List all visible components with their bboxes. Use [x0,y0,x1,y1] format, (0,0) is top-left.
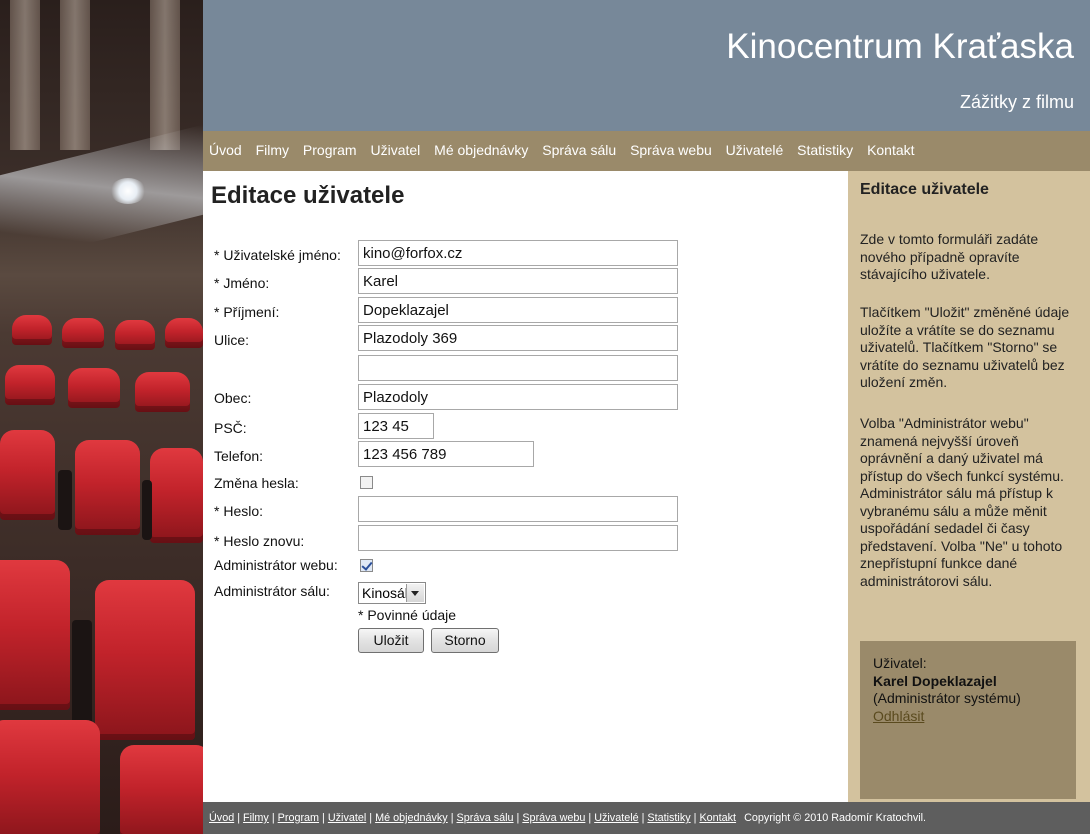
footer-link-kontakt[interactable]: Kontakt [699,812,736,824]
seat-armrest [72,620,92,730]
nav-item-me-objednavky[interactable]: Mé objednávky [434,142,528,158]
zip-field[interactable] [358,413,434,439]
seat [150,448,203,543]
street-field[interactable] [358,325,678,351]
seat [68,368,120,408]
projector-light [110,178,146,204]
site-title: Kinocentrum Kraťaska [726,27,1074,66]
seat [0,720,100,834]
site-subtitle: Zážitky z filmu [959,92,1074,112]
save-button[interactable]: Uložit [358,628,424,653]
nav-item-uzivatele[interactable]: Uživatelé [726,142,784,158]
seat-armrest [142,480,152,540]
nav-item-program[interactable]: Program [303,142,357,158]
page-title: Editace uživatele [211,182,405,209]
sidebar-paragraph: Zde v tomto formuláři zadáte nového příp… [860,231,1039,282]
seat [0,560,70,710]
phone-field[interactable] [358,441,534,467]
city-field[interactable] [358,384,678,410]
seat [165,318,203,348]
seat [135,372,190,412]
sidebar-title: Editace uživatele [860,181,989,198]
change-password-label: Změna hesla: [214,475,299,491]
lastname-label: * Příjmení: [214,304,280,320]
username-label: * Uživatelské jméno: [214,247,341,263]
main-content: Editace uživatele * Uživatelské jméno: *… [203,171,848,802]
phone-label: Telefon: [214,448,264,464]
footer-link-uvod[interactable]: Úvod [209,812,234,824]
seat [12,315,52,345]
seat [120,745,203,834]
zip-label: PSČ: [214,420,247,436]
seat [5,365,55,405]
seat [95,580,195,740]
help-sidebar: Editace uživatele Zde v tomto formuláři … [848,171,1090,802]
password-again-label: * Heslo znovu: [214,533,305,549]
cinema-photo [0,0,203,834]
copyright: Copyright © 2010 Radomír Kratochvil. [744,812,927,824]
hall-admin-select[interactable]: Kinosál 1 [358,582,426,604]
user-label: Uživatel: [873,655,927,671]
nav-item-uzivatel[interactable]: Uživatel [370,142,420,158]
wall-panel [150,0,180,150]
nav-item-filmy[interactable]: Filmy [256,142,289,158]
site-footer: Úvod | Filmy | Program | Uživatel | Mé objednávk… [203,802,1090,834]
firstname-label: * Jméno: [214,275,270,291]
seat [0,430,55,520]
nav-item-statistiky[interactable]: Statistiky [797,142,853,158]
user-name: Karel Dopeklazajel [873,672,997,689]
user-box: Uživatel: Karel Dopeklazajel (Administrá… [860,641,1076,799]
seat-armrest [58,470,72,530]
nav-item-sprava-webu[interactable]: Správa webu [630,142,712,158]
user-role: (Administrátor systému) [873,690,1021,706]
username-field[interactable] [358,240,678,266]
footer-link-uzivatele[interactable]: Uživatelé [594,812,638,824]
cancel-button[interactable]: Storno [431,628,499,653]
hall-admin-label: Administrátor sálu: [214,583,330,599]
password-again-field[interactable] [358,525,678,551]
footer-link-filmy[interactable]: Filmy [243,812,269,824]
firstname-field[interactable] [358,268,678,294]
password-label: * Heslo: [214,503,264,519]
sidebar-paragraph: Volba "Administrátor webu" znamená nejvy… [860,415,1064,589]
password-field[interactable] [358,496,678,522]
lastname-field[interactable] [358,297,678,323]
change-password-checkbox[interactable] [360,476,373,489]
street-label: Ulice: [214,332,250,348]
seat [62,318,104,348]
logout-link[interactable]: Odhlásit [873,708,1021,726]
web-admin-checkbox[interactable] [360,559,373,572]
required-note: * Povinné údaje [358,607,457,623]
wall-panel [10,0,40,150]
main-nav: Úvod Filmy Program Uživatel Mé objednávk… [203,131,1090,171]
seat [115,320,155,350]
footer-link-statistiky[interactable]: Statistiky [647,812,690,824]
site-header: Kinocentrum Kraťaska Zážitky z filmu [203,0,1090,145]
nav-item-kontakt[interactable]: Kontakt [867,142,914,158]
footer-link-uzivatel[interactable]: Uživatel [328,812,366,824]
sidebar-paragraph: Tlačítkem "Uložit" změněné údaje uložíte… [860,304,1070,390]
footer-link-me-objednavky[interactable]: Mé objednávky [375,812,448,824]
wall-panel [60,0,90,150]
footer-link-sprava-webu[interactable]: Správa webu [522,812,585,824]
footer-link-sprava-salu[interactable]: Správa sálu [457,812,514,824]
street2-field[interactable] [358,355,678,381]
seat [75,440,140,535]
city-label: Obec: [214,390,252,406]
footer-link-program[interactable]: Program [278,812,319,824]
web-admin-label: Administrátor webu: [214,557,338,573]
nav-item-sprava-salu[interactable]: Správa sálu [542,142,616,158]
nav-item-uvod[interactable]: Úvod [209,142,242,158]
chevron-down-icon[interactable] [406,584,424,602]
